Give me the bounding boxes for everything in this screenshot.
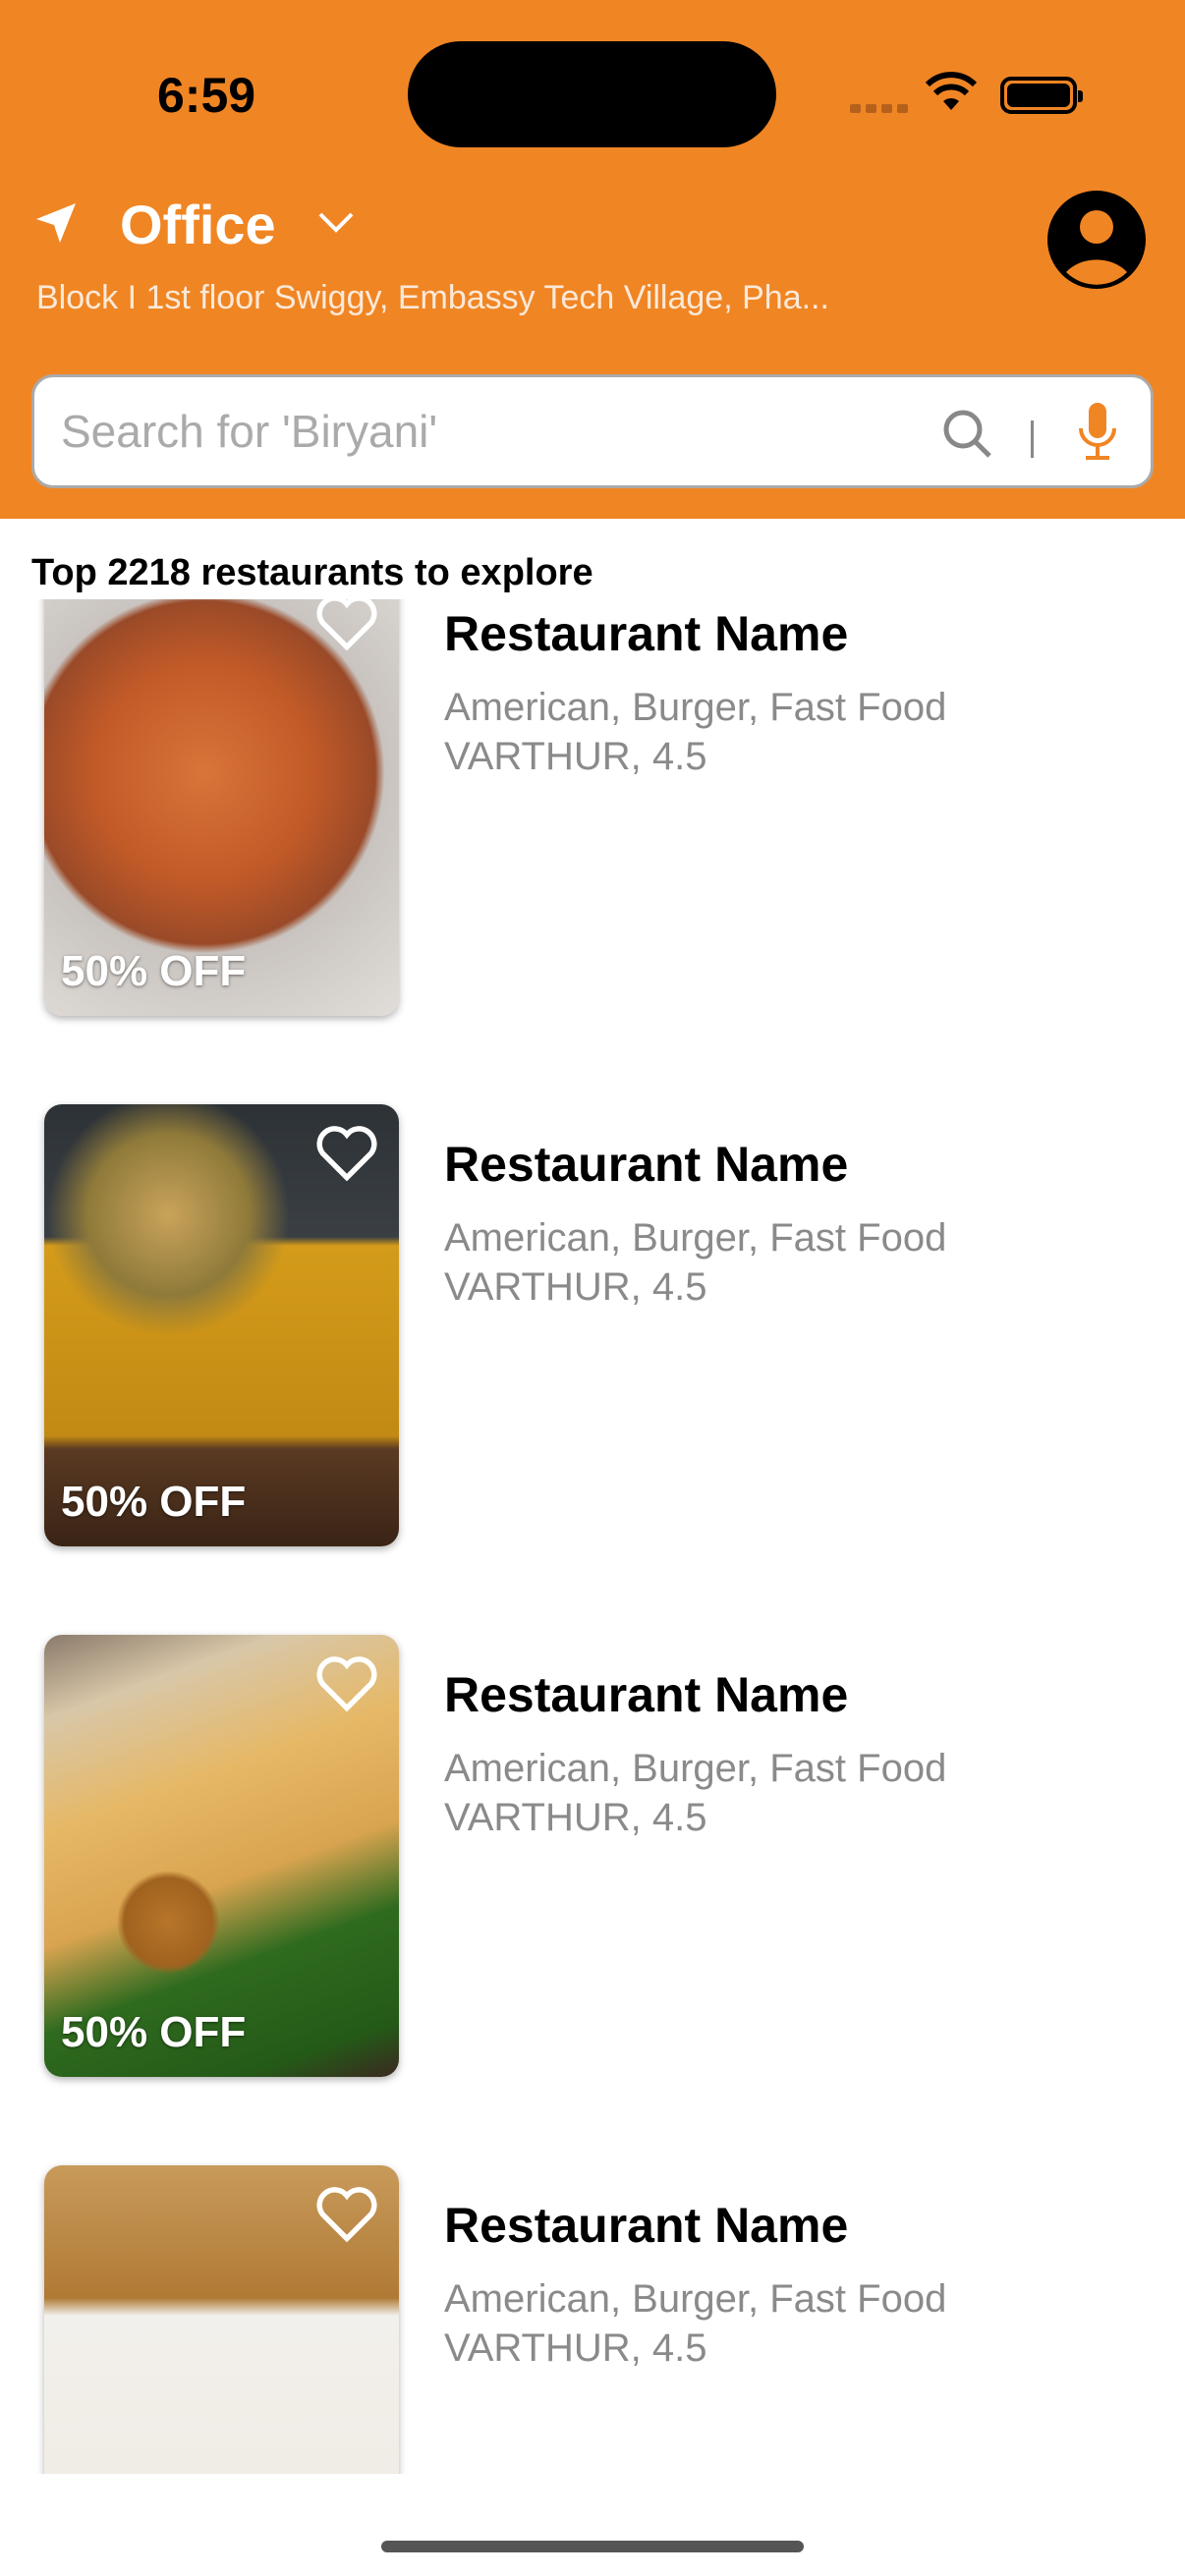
- search-divider: [1031, 420, 1034, 458]
- heart-icon[interactable]: [314, 2185, 379, 2244]
- restaurant-name[interactable]: Restaurant Name: [444, 2197, 848, 2254]
- heart-icon[interactable]: [314, 1124, 379, 1183]
- restaurant-card[interactable]: Restaurant Name American, Burger, Fast F…: [0, 2165, 1185, 2474]
- microphone-icon[interactable]: [1076, 401, 1119, 464]
- search-bar[interactable]: [31, 374, 1154, 488]
- wifi-icon: [925, 72, 978, 110]
- restaurant-location-rating: VARTHUR, 4.5: [444, 735, 707, 778]
- restaurant-image[interactable]: 50% OFF: [44, 1104, 399, 1546]
- restaurant-cuisines: American, Burger, Fast Food: [444, 686, 947, 729]
- offer-badge: 50% OFF: [61, 2008, 247, 2056]
- restaurant-image[interactable]: [44, 2165, 399, 2474]
- offer-badge: 50% OFF: [61, 947, 247, 995]
- restaurant-card[interactable]: 50% OFF Restaurant Name American, Burger…: [0, 599, 1185, 1104]
- restaurant-name[interactable]: Restaurant Name: [444, 605, 848, 662]
- location-label[interactable]: Office: [120, 193, 276, 256]
- offer-badge: 50% OFF: [61, 1478, 247, 1526]
- restaurant-location-rating: VARTHUR, 4.5: [444, 2326, 707, 2370]
- search-icon[interactable]: [940, 407, 995, 462]
- chevron-down-icon[interactable]: [316, 208, 356, 238]
- profile-avatar-icon[interactable]: [1044, 188, 1149, 292]
- restaurant-cuisines: American, Burger, Fast Food: [444, 1747, 947, 1790]
- restaurant-name[interactable]: Restaurant Name: [444, 1666, 848, 1723]
- restaurant-location-rating: VARTHUR, 4.5: [444, 1796, 707, 1839]
- header: 6:59 Office Block I 1st floor Swiggy, Em…: [0, 0, 1185, 519]
- restaurant-image[interactable]: 50% OFF: [44, 1635, 399, 2077]
- home-indicator[interactable]: [381, 2541, 804, 2552]
- restaurant-location-rating: VARTHUR, 4.5: [444, 1265, 707, 1309]
- address-text[interactable]: Block I 1st floor Swiggy, Embassy Tech V…: [36, 279, 829, 317]
- cellular-signal-icon: [850, 104, 908, 113]
- search-input[interactable]: [61, 397, 926, 466]
- dynamic-island: [408, 41, 776, 147]
- status-time: 6:59: [157, 68, 256, 123]
- restaurant-image[interactable]: 50% OFF: [44, 599, 399, 1016]
- restaurant-cuisines: American, Burger, Fast Food: [444, 2277, 947, 2321]
- restaurant-name[interactable]: Restaurant Name: [444, 1136, 848, 1193]
- heart-icon[interactable]: [314, 599, 379, 652]
- location-arrow-icon[interactable]: [32, 199, 80, 247]
- restaurant-cuisines: American, Burger, Fast Food: [444, 1216, 947, 1260]
- restaurant-list[interactable]: 50% OFF Restaurant Name American, Burger…: [0, 599, 1185, 2474]
- battery-icon: [1000, 77, 1083, 114]
- list-title: Top 2218 restaurants to explore: [31, 552, 593, 593]
- heart-icon[interactable]: [314, 1654, 379, 1713]
- restaurant-card[interactable]: 50% OFF Restaurant Name American, Burger…: [0, 1104, 1185, 1635]
- restaurant-card[interactable]: 50% OFF Restaurant Name American, Burger…: [0, 1635, 1185, 2165]
